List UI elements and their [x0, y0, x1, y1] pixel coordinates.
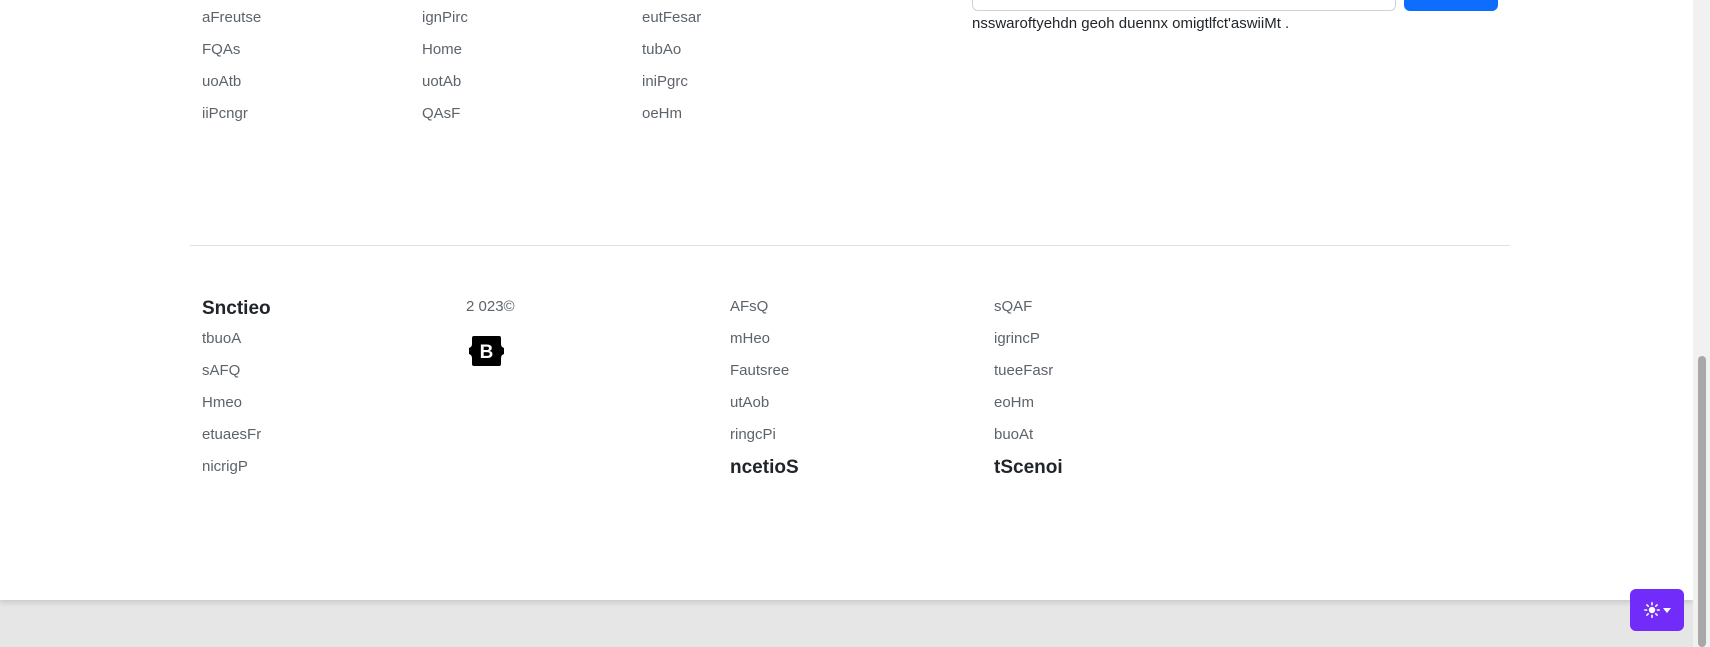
logo-letter: B	[480, 342, 494, 363]
footer-link[interactable]: tueeFasr	[994, 361, 1053, 381]
footer-link[interactable]: sAFQ	[202, 361, 240, 381]
copyright-text: 2 023©	[466, 298, 515, 315]
top-link[interactable]: iiPcngr	[202, 104, 248, 124]
footer-link[interactable]: mHeo	[730, 329, 770, 349]
footer-link[interactable]: AFsQ	[730, 297, 768, 317]
footer-link[interactable]: Fautsree	[730, 361, 789, 381]
newsletter-note: nsswaroftyehdn geoh duennx omigtlfct'asw…	[972, 15, 1290, 32]
footer-link[interactable]: ringcPi	[730, 425, 776, 445]
top-link[interactable]: oeHm	[642, 104, 682, 124]
top-link[interactable]: FQAs	[202, 40, 240, 60]
section-heading: ncetioS	[730, 457, 799, 478]
footer-link[interactable]: nicrigP	[202, 457, 248, 477]
section-heading: Snctieo	[202, 298, 271, 319]
scrollbar-thumb[interactable]	[1698, 356, 1706, 647]
top-link[interactable]: uotAb	[422, 72, 461, 92]
top-link[interactable]: eutFesar	[642, 8, 701, 28]
top-link[interactable]: aFreutse	[202, 8, 261, 28]
top-link[interactable]: Home	[422, 40, 462, 60]
scrollbar[interactable]	[1693, 0, 1710, 647]
sun-icon	[1643, 602, 1660, 618]
footer-link[interactable]: tbuoA	[202, 329, 241, 349]
newsletter-email-input[interactable]	[972, 0, 1396, 11]
top-link[interactable]: uoAtb	[202, 72, 241, 92]
bootstrap-logo-icon[interactable]: B	[466, 335, 507, 367]
section-heading: tScenoi	[994, 457, 1063, 478]
footer-link[interactable]: sQAF	[994, 297, 1032, 317]
footer-link[interactable]: eoHm	[994, 393, 1034, 413]
divider	[190, 245, 1510, 246]
footer-link[interactable]: etuaesFr	[202, 425, 261, 445]
theme-toggle-button[interactable]	[1630, 589, 1684, 631]
footer-link[interactable]: igrincP	[994, 329, 1040, 349]
top-link[interactable]: ignPirc	[422, 8, 468, 28]
top-link[interactable]: iniPgrc	[642, 72, 688, 92]
footer-link[interactable]: buoAt	[994, 425, 1033, 445]
page: aFreutse FQAs uoAtb iiPcngr ignPirc Home…	[0, 0, 1693, 600]
subscribe-button[interactable]	[1404, 0, 1498, 11]
footer-link[interactable]: Hmeo	[202, 393, 242, 413]
chevron-down-icon	[1662, 607, 1671, 613]
top-link[interactable]: tubAo	[642, 40, 681, 60]
footer-link[interactable]: utAob	[730, 393, 769, 413]
top-link[interactable]: QAsF	[422, 104, 460, 124]
